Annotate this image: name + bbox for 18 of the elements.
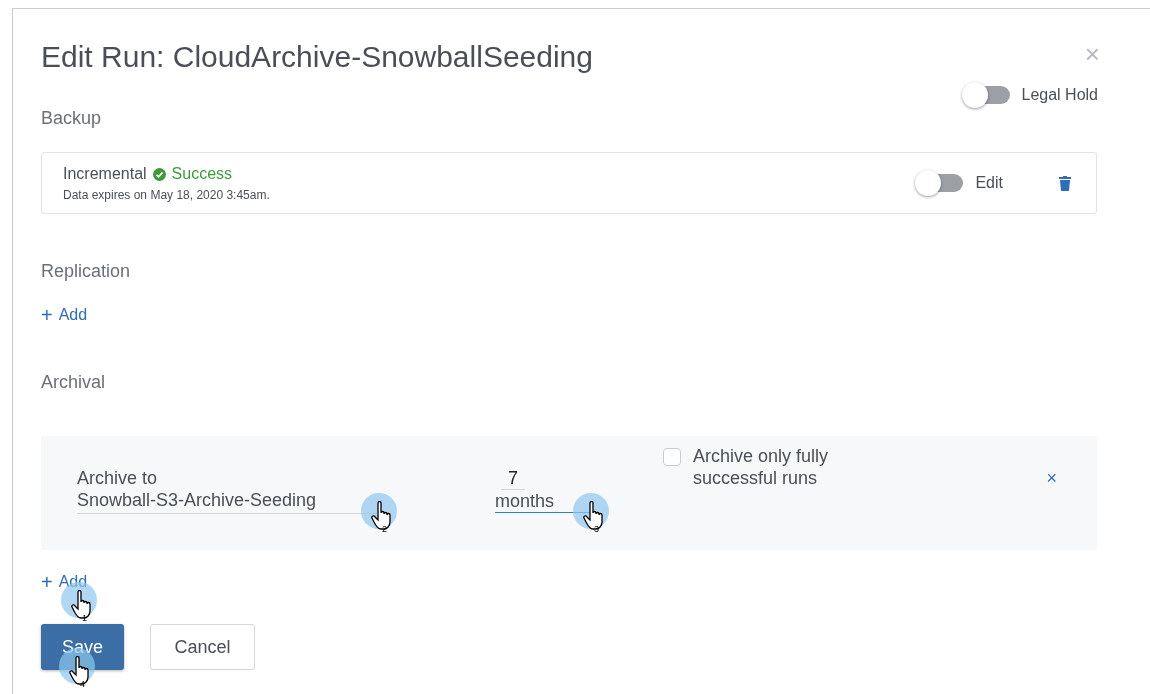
check-circle-icon [152, 167, 166, 181]
backup-type: Incremental [63, 164, 147, 184]
legal-hold-label: Legal Hold [1021, 85, 1098, 105]
section-heading: Replication [41, 260, 132, 283]
expiry-text: Data expires on May 18, 2020 3:45am. [63, 187, 271, 204]
cancel-button[interactable]: Cancel [150, 624, 255, 670]
status-text: Success [171, 164, 233, 184]
remove-button[interactable]: × [1046, 467, 1057, 489]
section-heading: Backup [41, 107, 103, 130]
archive-to-label: Archive to [77, 467, 159, 489]
checkbox-label: Archive only fully successful runs [693, 445, 830, 489]
add-link[interactable]: + Add [41, 303, 88, 327]
count-input[interactable]: 7 [501, 467, 525, 490]
checkbox[interactable] [663, 448, 681, 466]
dialog-title: Edit Run: CloudArchive-SnowballSeeding [41, 39, 593, 75]
section-heading: Archival [41, 371, 107, 394]
edit-label: Edit [975, 173, 1003, 193]
trash-icon[interactable] [1059, 175, 1071, 191]
